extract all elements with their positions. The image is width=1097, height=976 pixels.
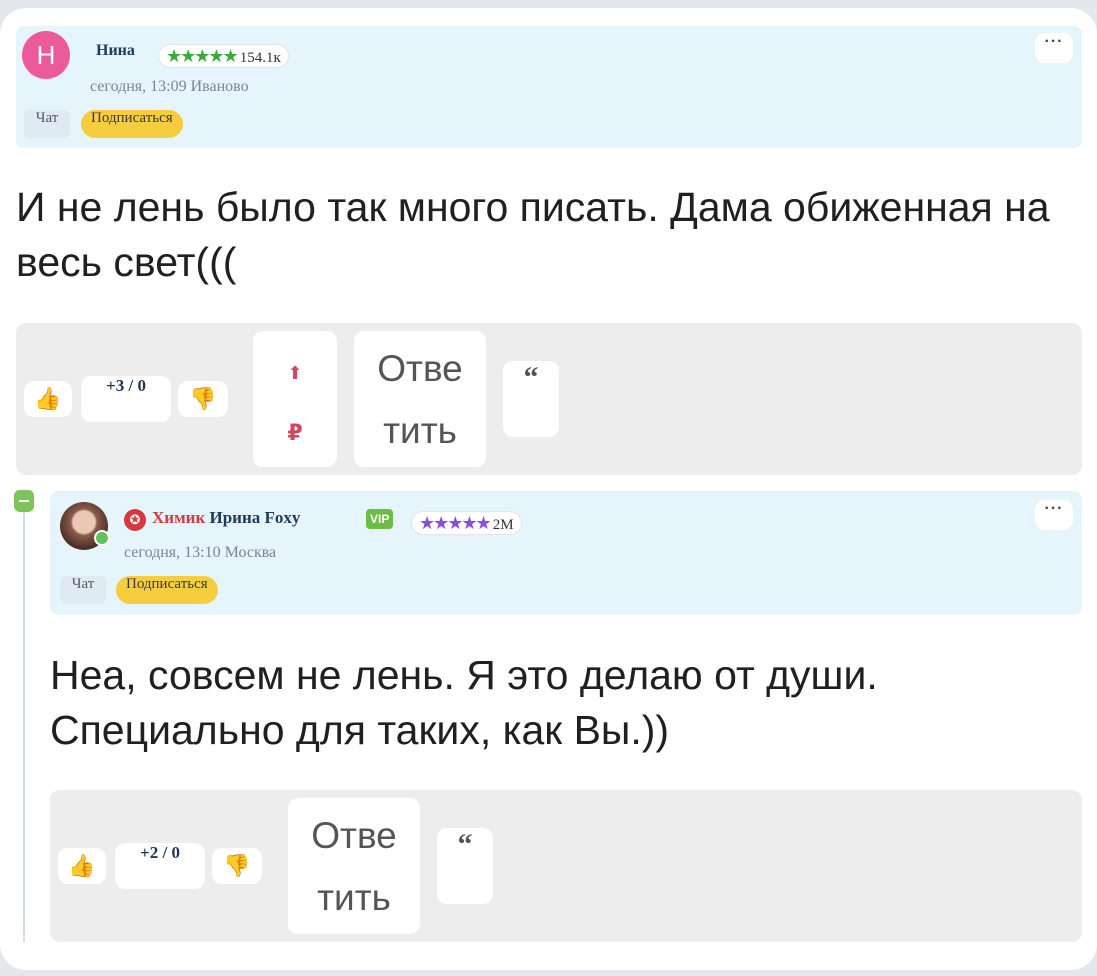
reply-label-1: Отве — [377, 348, 463, 389]
reply-label-2: тить — [383, 410, 457, 451]
thumbs-down-icon: 👎 — [223, 853, 251, 878]
subscribe-button[interactable]: Подписаться — [81, 110, 183, 138]
like-button[interactable]: 👍 — [58, 848, 106, 884]
comment-date: сегодня, 13:10 — [124, 544, 221, 561]
expert-badge-icon: ✪ — [124, 509, 146, 531]
reply-text: Неа, совсем не лень. Я это делаю от души… — [50, 652, 878, 753]
arrow-up-icon: ⬆ — [287, 363, 303, 383]
thread-line — [23, 508, 25, 942]
dislike-button[interactable]: 👎 — [178, 381, 228, 417]
comment-meta: сегодня, 13:10 Москва — [124, 544, 276, 562]
reply-label-2: тить — [317, 877, 391, 918]
author-name[interactable]: Ирина Foxy — [210, 508, 301, 527]
comment-text: И не лень было так много писать. Дама об… — [16, 184, 1050, 285]
avatar[interactable]: Н — [22, 31, 70, 79]
online-status-icon — [94, 530, 110, 546]
author-name[interactable]: Нина — [96, 42, 135, 60]
vote-score: +2 / 0 — [115, 843, 205, 889]
role-label: Химик — [152, 508, 206, 527]
rating-badge: ★★★★★ 154.1к — [158, 44, 289, 68]
tip-button[interactable]: ⬆ ₽ — [253, 331, 337, 467]
reply-button[interactable]: Отве тить — [288, 798, 420, 934]
subscribe-button[interactable]: Подписаться — [116, 576, 218, 604]
reply-button[interactable]: Отве тить — [354, 331, 486, 467]
thumbs-up-icon: 👍 — [68, 853, 96, 878]
vote-score: +3 / 0 — [81, 376, 171, 422]
quote-button[interactable]: “ — [437, 828, 493, 904]
more-options-button[interactable]: ··· — [1035, 500, 1073, 530]
author-role: Химик Ирина Foxy — [152, 508, 300, 528]
dislike-button[interactable]: 👎 — [212, 848, 262, 884]
comment-date: сегодня, 13:09 — [90, 78, 187, 95]
rating-value: 154.1к — [239, 50, 281, 66]
vip-badge: VIP — [366, 509, 394, 529]
reply-label-1: Отве — [311, 815, 397, 856]
quote-icon: “ — [457, 828, 473, 861]
thumbs-up-icon: 👍 — [34, 386, 62, 411]
chat-button[interactable]: Чат — [24, 110, 70, 138]
thumbs-down-icon: 👎 — [189, 386, 217, 411]
more-options-button[interactable]: ··· — [1035, 33, 1073, 63]
rating-stars-icon: ★★★★★ — [166, 46, 239, 66]
chat-button[interactable]: Чат — [60, 576, 106, 604]
comment-city: Москва — [224, 544, 277, 561]
rating-stars-icon: ★★★★★ — [419, 513, 492, 533]
collapse-icon[interactable] — [14, 490, 34, 512]
quote-button[interactable]: “ — [503, 361, 559, 437]
rating-badge: ★★★★★ 2М — [411, 511, 522, 535]
quote-icon: “ — [523, 361, 539, 394]
rating-value: 2М — [492, 517, 514, 533]
like-button[interactable]: 👍 — [24, 381, 72, 417]
comment-city: Иваново — [190, 78, 249, 95]
ruble-icon: ₽ — [287, 421, 303, 446]
comment-meta: сегодня, 13:09 Иваново — [90, 78, 249, 96]
